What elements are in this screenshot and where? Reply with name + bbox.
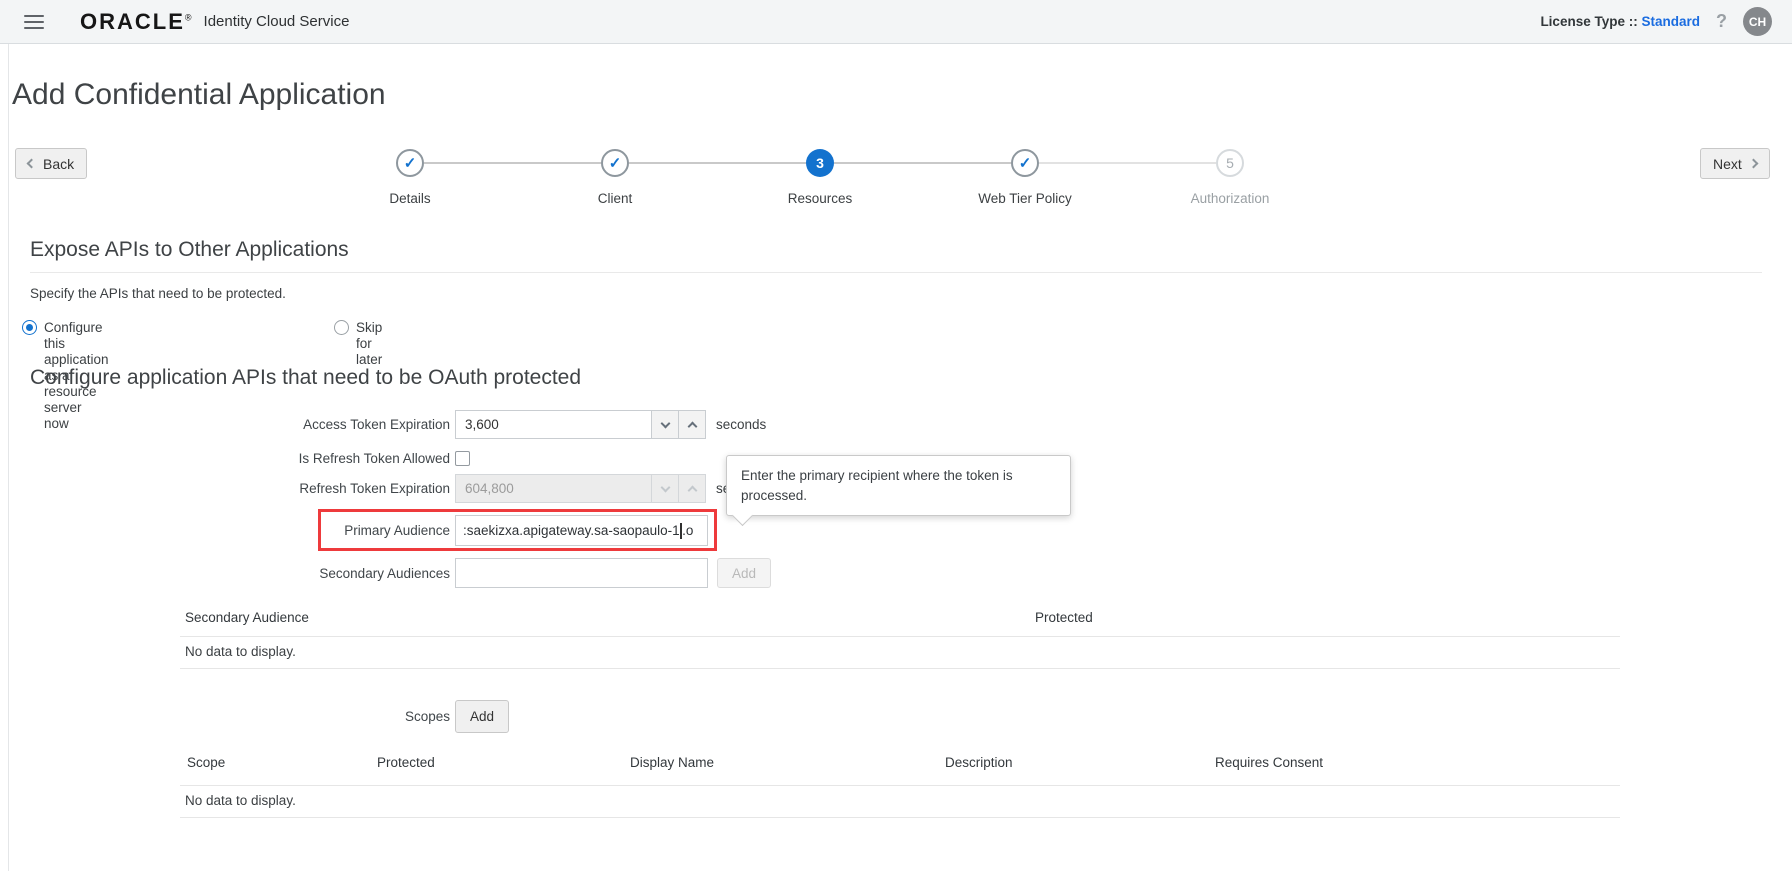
spinner-down-button[interactable] xyxy=(652,410,679,439)
chevron-down-icon xyxy=(660,418,670,428)
scope-table-header-protected: Protected xyxy=(377,755,435,770)
scopes-label: Scopes xyxy=(404,709,450,724)
table-divider xyxy=(180,817,1620,818)
refresh-token-expiration-stepper: 604,800 xyxy=(455,474,706,503)
spinner-up-button[interactable] xyxy=(679,410,706,439)
back-button-label: Back xyxy=(43,155,75,172)
step-future-number: 5 xyxy=(1216,149,1244,177)
app-window: ORACLE® Identity Cloud Service License T… xyxy=(0,0,1792,871)
refresh-token-expiration-row: Refresh Token Expiration 604,800 seconds xyxy=(0,474,766,503)
primary-audience-tooltip: Enter the primary recipient where the to… xyxy=(726,455,1071,517)
product-name: Identity Cloud Service xyxy=(203,13,350,30)
spinner-up-button[interactable] xyxy=(679,474,706,503)
license-type-label: License Type :: xyxy=(1540,14,1638,29)
next-button-label: Next xyxy=(1713,155,1742,172)
primary-audience-row: Primary Audience :saekizxa.apigateway.sa… xyxy=(0,515,708,546)
wizard-step-resources[interactable]: 3 Resources xyxy=(740,149,900,206)
chevron-up-icon xyxy=(687,485,697,495)
chevron-down-icon xyxy=(660,482,670,492)
wizard-step-web-tier-policy[interactable]: ✓ Web Tier Policy xyxy=(945,149,1105,206)
step-label-web-tier-policy: Web Tier Policy xyxy=(978,191,1072,206)
license-type-value[interactable]: Standard xyxy=(1641,14,1700,29)
wizard-step-details[interactable]: ✓ Details xyxy=(330,149,490,206)
page-content: Add Confidential Application Back Next ✓… xyxy=(0,44,1792,871)
top-bar: ORACLE® Identity Cloud Service License T… xyxy=(0,0,1792,44)
expose-apis-subtext: Specify the APIs that need to be protect… xyxy=(30,286,286,301)
secondary-table-header-protected: Protected xyxy=(1035,610,1093,625)
scope-table-header-display-name: Display Name xyxy=(630,755,715,770)
configure-apis-heading: Configure application APIs that need to … xyxy=(30,366,582,389)
page-title: Add Confidential Application xyxy=(12,78,386,111)
wizard-step-authorization[interactable]: 5 Authorization xyxy=(1150,149,1310,206)
section-divider xyxy=(30,272,1762,273)
step-complete-check-icon: ✓ xyxy=(1011,149,1039,177)
chevron-left-icon xyxy=(26,158,37,169)
oracle-logo: ORACLE® xyxy=(80,8,192,34)
step-complete-check-icon: ✓ xyxy=(396,149,424,177)
scope-table-header-description: Description xyxy=(945,755,1013,770)
expose-apis-heading: Expose APIs to Other Applications xyxy=(30,238,349,261)
primary-audience-label: Primary Audience xyxy=(344,523,450,538)
secondary-audiences-add-button[interactable]: Add xyxy=(717,558,772,588)
wizard-step-client[interactable]: ✓ Client xyxy=(535,149,695,206)
spinner-down-button[interactable] xyxy=(652,474,679,503)
access-token-expiration-stepper: 3,600 xyxy=(455,410,706,439)
secondary-table-empty-text: No data to display. xyxy=(185,644,296,659)
secondary-audiences-row: Secondary Audiences Add xyxy=(0,558,772,588)
refresh-allowed-checkbox[interactable] xyxy=(455,450,470,466)
access-token-expiration-label: Access Token Expiration xyxy=(303,417,450,432)
user-avatar[interactable]: CH xyxy=(1743,7,1772,36)
license-type: License Type :: Standard xyxy=(1540,14,1700,29)
step-label-authorization: Authorization xyxy=(1190,191,1270,206)
help-icon[interactable]: ? xyxy=(1716,11,1727,32)
tooltip-text: Enter the primary recipient where the to… xyxy=(741,468,1013,503)
refresh-allowed-label: Is Refresh Token Allowed xyxy=(298,450,450,466)
topbar-right-cluster: License Type :: Standard ? CH xyxy=(1540,7,1772,36)
refresh-token-expiration-input[interactable]: 604,800 xyxy=(455,474,652,503)
scope-table-empty-text: No data to display. xyxy=(185,793,296,808)
table-divider xyxy=(180,785,1620,786)
next-button[interactable]: Next xyxy=(1700,148,1770,179)
primary-audience-input[interactable]: :saekizxa.apigateway.sa-saopaulo-1 .o xyxy=(455,515,708,546)
radio-skip-for-later-label: Skip for later xyxy=(356,320,383,367)
primary-audience-value: :saekizxa.apigateway.sa-saopaulo-1 xyxy=(463,523,680,538)
scopes-row: Scopes Add xyxy=(0,700,510,733)
scope-table-header-scope: Scope xyxy=(187,755,226,770)
secondary-table-header-audience: Secondary Audience xyxy=(185,610,309,625)
step-label-client: Client xyxy=(597,191,633,206)
chevron-right-icon xyxy=(1748,158,1759,169)
access-token-expiration-input[interactable]: 3,600 xyxy=(455,410,652,439)
access-token-expiration-row: Access Token Expiration 3,600 seconds xyxy=(0,410,766,439)
step-label-details: Details xyxy=(389,191,431,206)
hamburger-menu-icon[interactable] xyxy=(24,14,44,29)
radio-configure-now[interactable] xyxy=(22,320,37,335)
primary-audience-value-tail: .o xyxy=(682,523,694,538)
table-divider xyxy=(180,668,1620,669)
step-complete-check-icon: ✓ xyxy=(601,149,629,177)
radio-skip-for-later[interactable] xyxy=(334,320,349,335)
access-token-unit: seconds xyxy=(716,417,767,432)
chevron-up-icon xyxy=(687,421,697,431)
refresh-allowed-row: Is Refresh Token Allowed xyxy=(0,450,470,466)
refresh-token-expiration-label: Refresh Token Expiration xyxy=(299,481,450,496)
scope-table-header-requires-consent: Requires Consent xyxy=(1215,755,1324,770)
back-button[interactable]: Back xyxy=(15,148,88,179)
secondary-audiences-input[interactable] xyxy=(455,558,708,588)
table-divider xyxy=(180,636,1620,637)
scopes-add-button[interactable]: Add xyxy=(455,700,510,733)
step-active-number: 3 xyxy=(806,149,834,177)
secondary-audiences-label: Secondary Audiences xyxy=(319,565,450,581)
step-label-resources: Resources xyxy=(787,191,853,206)
